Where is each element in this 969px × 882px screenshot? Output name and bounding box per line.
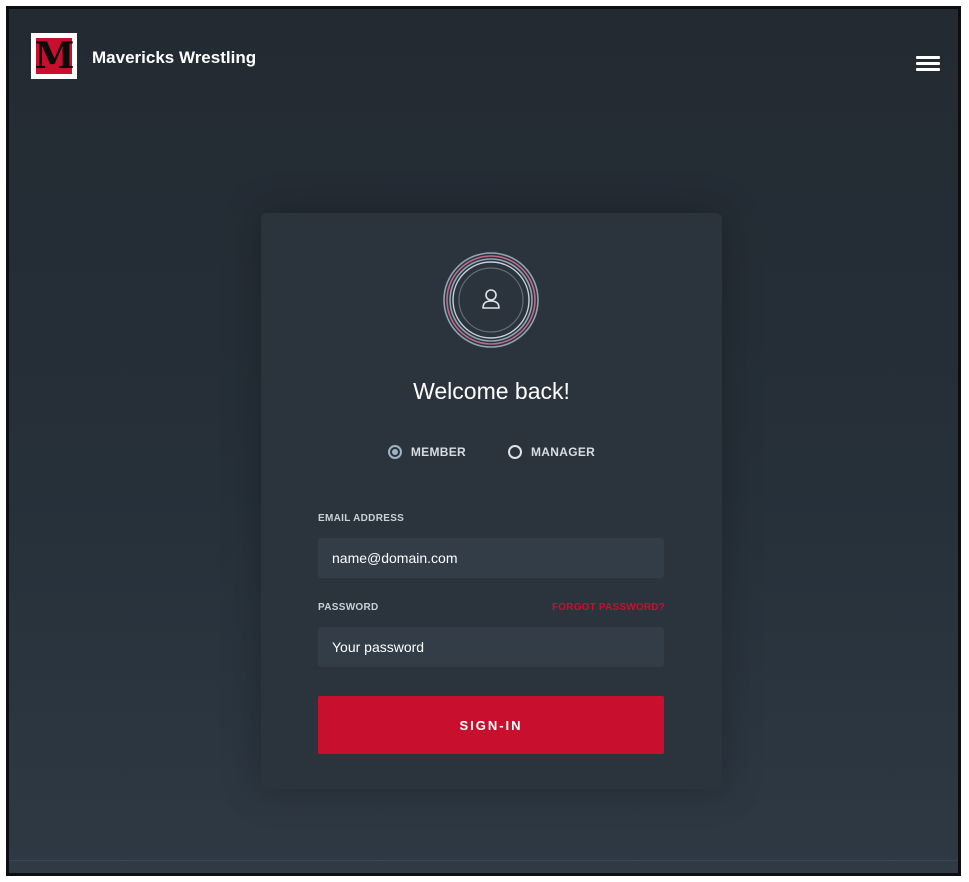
role-selector: MEMBER MANAGER xyxy=(261,445,722,459)
menu-bar xyxy=(916,62,940,65)
user-icon xyxy=(442,251,540,349)
password-label: PASSWORD xyxy=(318,602,379,613)
footer-strip xyxy=(9,860,958,873)
brand-title[interactable]: Mavericks Wrestling xyxy=(92,48,256,68)
email-label: EMAIL ADDRESS xyxy=(318,513,405,524)
member-label: MEMBER xyxy=(410,445,467,459)
menu-bar xyxy=(916,56,940,59)
app-window: M Mavericks Wrestling Welcome back! MEMB… xyxy=(6,6,961,876)
team-logo[interactable]: M xyxy=(31,33,77,79)
manager-radio[interactable] xyxy=(508,445,523,459)
role-member-option[interactable]: MEMBER xyxy=(387,445,467,459)
forgot-password-link[interactable]: FORGOT PASSWORD? xyxy=(552,602,665,613)
welcome-heading: Welcome back! xyxy=(413,378,570,404)
login-card: Welcome back! MEMBER MANAGER EMAIL ADDRE… xyxy=(261,213,722,789)
menu-bar xyxy=(916,68,940,71)
top-bar: M Mavericks Wrestling xyxy=(9,9,958,109)
password-input[interactable] xyxy=(318,627,664,667)
hamburger-menu-icon[interactable] xyxy=(916,53,940,73)
role-manager-option[interactable]: MANAGER xyxy=(508,445,595,459)
member-radio[interactable] xyxy=(387,445,402,459)
email-input[interactable] xyxy=(318,538,664,578)
team-logo-letter: M xyxy=(34,35,74,77)
manager-label: MANAGER xyxy=(531,445,596,459)
sign-in-button[interactable]: SIGN-IN xyxy=(318,696,664,754)
